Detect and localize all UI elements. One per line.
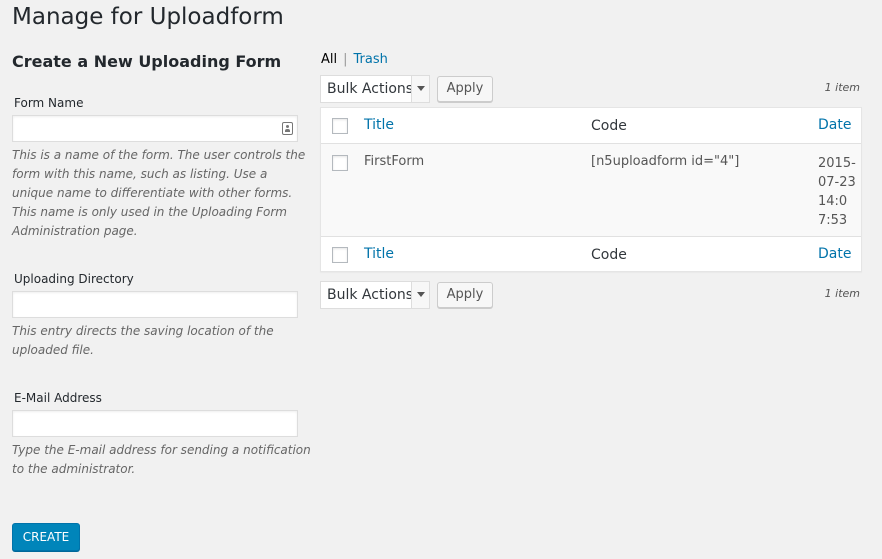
row-date: 2015-07-23 14:07:53: [818, 156, 856, 228]
form-name-input[interactable]: [12, 115, 298, 142]
email-description: Type the E-mail address for sending a no…: [12, 443, 311, 476]
apply-button-bottom[interactable]: Apply: [437, 282, 493, 308]
filter-trash[interactable]: Trash: [354, 52, 388, 67]
tablenav-top: Bulk Actions Apply 1 item: [320, 75, 862, 103]
contact-card-icon[interactable]: [282, 122, 293, 135]
forms-table: Title Code Date FirstForm [n5uploadform …: [320, 107, 862, 272]
apply-button-top[interactable]: Apply: [437, 76, 493, 102]
select-all-checkbox-bottom[interactable]: [332, 247, 348, 263]
bulk-actions-selected-value: Bulk Actions: [327, 81, 414, 97]
item-count-top: 1 item: [824, 81, 860, 94]
status-filter: All | Trash: [321, 52, 388, 67]
upload-directory-label: Uploading Directory: [14, 272, 134, 286]
create-button[interactable]: CREATE: [12, 523, 80, 551]
column-title-sort-link-footer[interactable]: Title: [364, 246, 394, 262]
bulk-actions-selected-value-bottom: Bulk Actions: [327, 287, 414, 303]
upload-directory-field-group: Uploading Directory This entry directs t…: [12, 272, 312, 360]
chevron-down-icon[interactable]: [411, 282, 429, 308]
row-checkbox[interactable]: [332, 155, 348, 171]
bulk-actions-select-top[interactable]: Bulk Actions: [320, 75, 430, 103]
page-title: Manage for Uploadform: [12, 4, 284, 30]
table-footer-row: Title Code Date: [321, 236, 861, 272]
column-date-sort-link[interactable]: Date: [818, 117, 851, 133]
table-row: FirstForm [n5uploadform id="4"] 2015-07-…: [321, 144, 861, 236]
column-date-sort-link-footer[interactable]: Date: [818, 246, 851, 262]
filter-all[interactable]: All: [321, 52, 337, 67]
form-name-label: Form Name: [14, 96, 84, 110]
chevron-down-icon[interactable]: [411, 76, 429, 102]
column-title-sort-link[interactable]: Title: [364, 117, 394, 133]
select-all-checkbox-top[interactable]: [332, 118, 348, 134]
email-label: E-Mail Address: [14, 391, 102, 405]
upload-directory-input[interactable]: [12, 291, 298, 318]
email-field-group: E-Mail Address Type the E-mail address f…: [12, 391, 312, 479]
form-name-field-group: Form Name This is a name of the form. Th…: [12, 96, 312, 241]
row-code: [n5uploadform id="4"]: [591, 154, 740, 169]
create-form-panel: Create a New Uploading Form Form Name Th…: [12, 52, 312, 479]
upload-directory-description: This entry directs the saving location o…: [12, 324, 274, 357]
tablenav-bottom: Bulk Actions Apply 1 item: [320, 281, 862, 309]
form-name-description: This is a name of the form. The user con…: [12, 148, 306, 238]
bulk-actions-select-bottom[interactable]: Bulk Actions: [320, 281, 430, 309]
create-form-heading: Create a New Uploading Form: [12, 52, 282, 71]
table-header-row: Title Code Date: [321, 108, 861, 144]
item-count-bottom: 1 item: [824, 287, 860, 300]
column-code-header: Code: [591, 118, 627, 134]
row-title[interactable]: FirstForm: [364, 154, 424, 169]
column-code-footer: Code: [591, 247, 627, 263]
filter-separator: |: [343, 52, 348, 67]
email-input[interactable]: [12, 410, 298, 437]
